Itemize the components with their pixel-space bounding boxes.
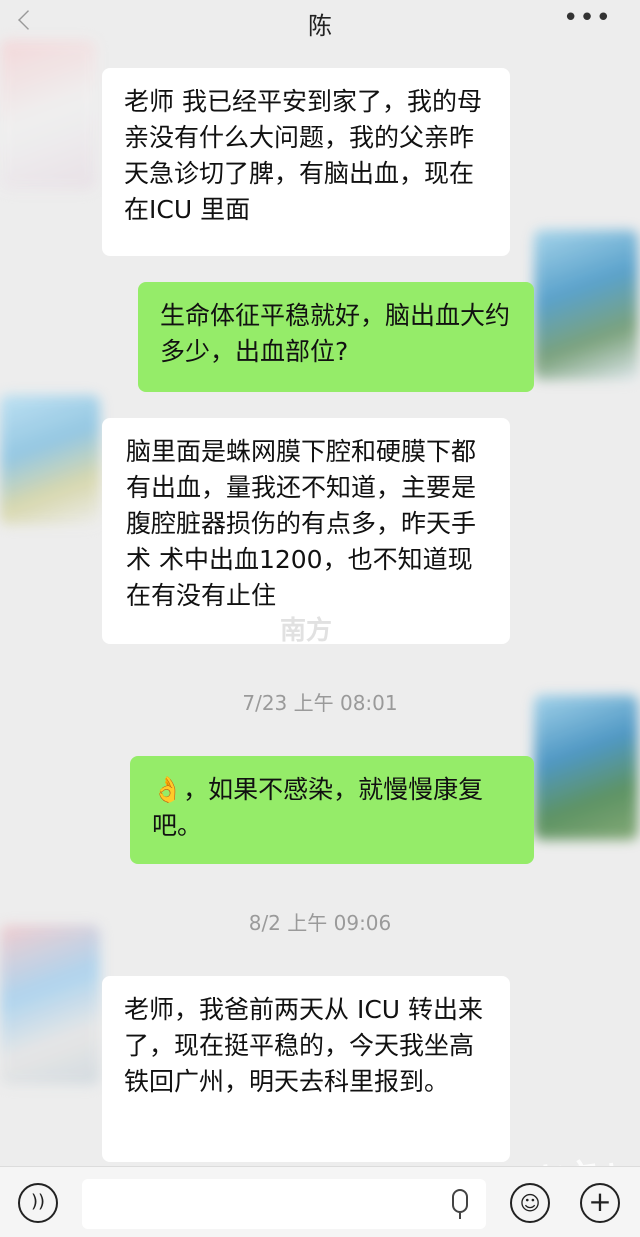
message-bubble-sent[interactable]: 👌，如果不感染，就慢慢康复吧。 [130,756,534,864]
contact-avatar[interactable] [0,40,96,190]
chat-title: 陈 [308,12,332,40]
contact-avatar[interactable] [0,395,100,525]
message-bubble-sent[interactable]: 生命体征平稳就好，脑出血大约多少，出血部位? [138,282,534,392]
message-text: 老师 我已经平安到家了，我的母亲没有什么大问题，我的父亲昨天急诊切了脾，有脑出血… [124,87,482,224]
self-avatar[interactable] [534,230,638,380]
plus-icon[interactable]: + [580,1183,620,1223]
contact-avatar[interactable] [0,925,100,1085]
microphone-stand [459,1213,461,1219]
message-text: ，如果不感染，就慢慢康复吧。 [152,775,484,840]
timestamp: 7/23 上午 08:01 [242,691,398,715]
message-text: 脑里面是蛛网膜下腔和硬膜下都有出血，量我还不知道，主要是腹腔脏器损伤的有点多，昨… [126,437,477,610]
message-bubble-received[interactable]: 老师，我爸前两天从 ICU 转出来了，现在挺平稳的，今天我坐高铁回广州，明天去科… [102,976,510,1162]
top-bar: 陈 ••• [0,0,640,44]
self-avatar[interactable] [534,695,638,840]
message-input[interactable] [82,1179,486,1229]
message-text: 老师，我爸前两天从 ICU 转出来了，现在挺平稳的，今天我坐高铁回广州，明天去科… [124,995,484,1096]
voice-icon[interactable]: )) [18,1183,58,1223]
ok-hand-emoji: 👌 [152,775,184,804]
message-text: 生命体征平稳就好，脑出血大约多少，出血部位? [160,301,511,366]
emoji-icon[interactable]: ☺ [510,1183,550,1223]
watermark: 南方 [280,616,333,646]
input-bar: )) ☺ + [0,1166,640,1237]
more-options-icon[interactable]: ••• [563,5,612,31]
message-bubble-received[interactable]: 老师 我已经平安到家了，我的母亲没有什么大问题，我的父亲昨天急诊切了脾，有脑出血… [102,68,510,256]
microphone-icon[interactable] [452,1189,468,1213]
timestamp: 8/2 上午 09:06 [248,911,392,935]
